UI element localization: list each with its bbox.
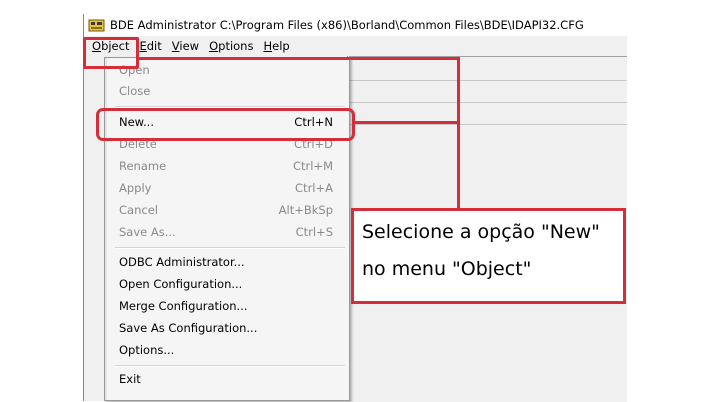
menu-item-shortcut <box>333 340 341 360</box>
menu-item-shortcut <box>333 274 341 294</box>
menu-separator <box>115 247 345 249</box>
pane-divider <box>349 102 627 103</box>
menu-item-open[interactable]: Open <box>119 60 341 80</box>
menu-item-shortcut <box>333 252 341 272</box>
menu-item-label: Exit <box>119 372 141 386</box>
menu-item-save-as[interactable]: Save As... Ctrl+S <box>119 222 341 242</box>
bde-app-icon <box>87 18 105 33</box>
menu-item-odbc-administrator[interactable]: ODBC Administrator... <box>119 252 341 272</box>
menu-item-rename[interactable]: Rename Ctrl+M <box>119 156 341 176</box>
connector-line <box>136 57 460 60</box>
menu-item-label: Save As... <box>119 225 176 239</box>
menu-help[interactable]: Help <box>258 36 294 56</box>
menu-item-cancel[interactable]: Cancel Alt+BkSp <box>119 200 341 220</box>
highlight-object-menu <box>83 37 139 69</box>
menu-help-accel: H <box>263 39 273 53</box>
title-bar: BDE Administrator C:\Program Files (x86)… <box>84 14 627 36</box>
menu-item-label: Merge Configuration... <box>119 299 248 313</box>
menu-item-shortcut: Ctrl+S <box>295 225 333 239</box>
menu-item-options[interactable]: Options... <box>119 340 341 360</box>
menu-item-label: Options... <box>119 343 175 357</box>
window-title: BDE Administrator C:\Program Files (x86)… <box>110 18 584 32</box>
menu-view-label: iew <box>179 39 200 53</box>
menu-item-shortcut <box>333 296 341 316</box>
menu-item-label: Rename <box>119 159 167 173</box>
callout-text-line2: no menu "Object" <box>362 258 532 280</box>
menu-item-label: Close <box>119 84 151 98</box>
menu-item-close[interactable]: Close <box>119 81 341 101</box>
menu-help-label: elp <box>272 39 290 53</box>
menu-item-shortcut: Ctrl+M <box>292 159 333 173</box>
menu-item-shortcut <box>333 318 341 338</box>
callout-text-line1: Selecione a opção "New" <box>362 221 600 243</box>
menu-item-merge-configuration[interactable]: Merge Configuration... <box>119 296 341 316</box>
menu-item-shortcut: Alt+BkSp <box>278 203 333 217</box>
instruction-callout: Selecione a opção "New" no menu "Object" <box>351 208 626 304</box>
menu-item-shortcut: Ctrl+A <box>295 181 333 195</box>
highlight-new-item <box>96 108 355 141</box>
menu-item-label: ODBC Administrator... <box>119 255 245 269</box>
menu-item-label: Apply <box>119 181 152 195</box>
menu-options-accel: O <box>209 39 219 53</box>
menu-item-exit[interactable]: Exit <box>119 369 341 389</box>
menu-options[interactable]: Options <box>204 36 258 56</box>
connector-line <box>352 121 460 124</box>
menu-item-apply[interactable]: Apply Ctrl+A <box>119 178 341 198</box>
menu-view[interactable]: View <box>167 36 204 56</box>
menu-separator <box>115 365 345 367</box>
menu-edit[interactable]: Edit <box>134 36 166 56</box>
menu-edit-accel: E <box>139 39 147 53</box>
menu-item-label: Save As Configuration... <box>119 321 258 335</box>
menu-edit-label: dit <box>146 39 162 53</box>
menu-item-label: Open Configuration... <box>119 277 243 291</box>
menu-bar: Object Edit View Options Help <box>84 36 627 56</box>
menu-options-label: ptions <box>218 39 254 53</box>
menu-item-shortcut <box>333 81 341 101</box>
pane-divider <box>349 80 627 81</box>
menu-item-label: Cancel <box>119 203 158 217</box>
menu-item-shortcut <box>333 60 341 80</box>
connector-line <box>457 57 460 211</box>
menu-item-save-as-configuration[interactable]: Save As Configuration... <box>119 318 341 338</box>
menu-item-shortcut <box>333 369 341 389</box>
menu-item-open-configuration[interactable]: Open Configuration... <box>119 274 341 294</box>
